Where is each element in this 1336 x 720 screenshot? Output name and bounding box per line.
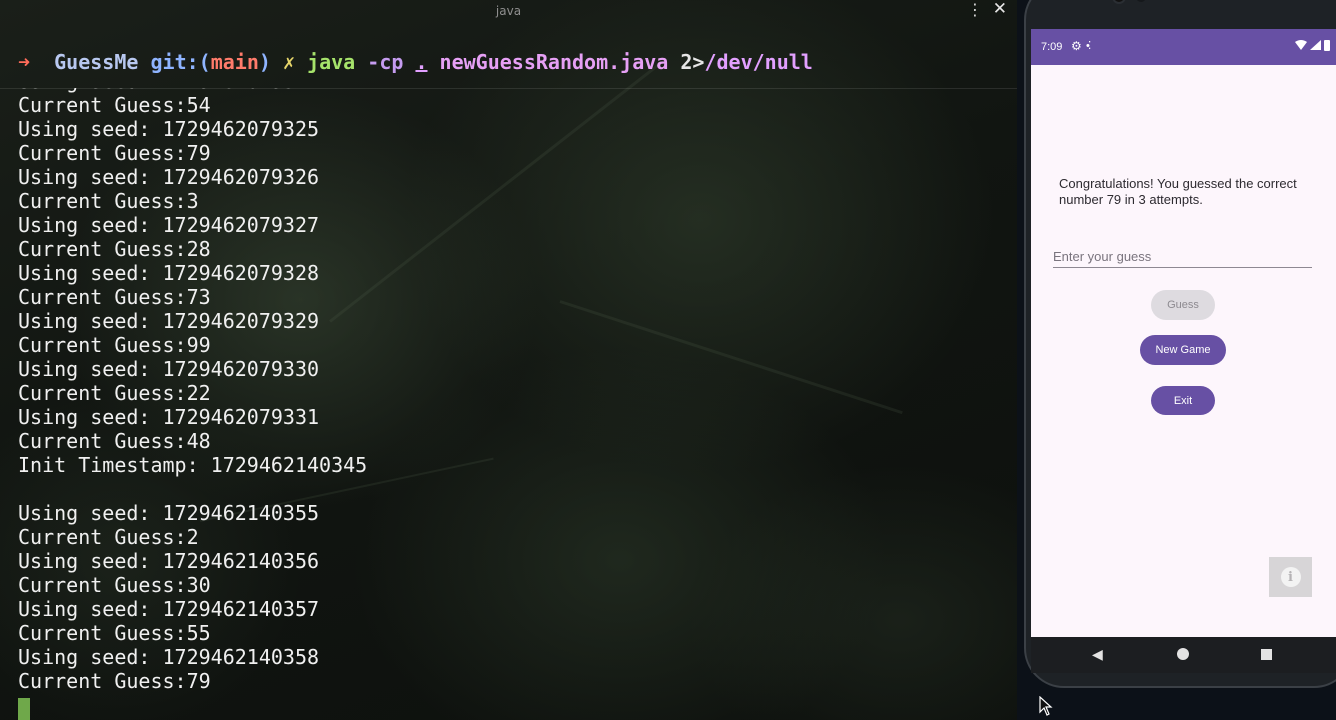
wifi-icon — [1295, 40, 1307, 50]
shell-prompt: ➜ GuessMe git:(main) ✗ java -cp . newGue… — [18, 50, 813, 78]
terminal-output[interactable]: Using seed: 1729462079324Current Guess:5… — [18, 88, 1008, 698]
terminal-output-line: Using seed: 1729462079328 — [18, 261, 320, 285]
prompt-branch: main — [210, 50, 259, 74]
terminal-output-line: Current Guess:30 — [18, 573, 211, 597]
status-bar: 7:09 ⚙ •⁚ — [1031, 29, 1336, 65]
android-nav-bar: ◀ — [1031, 637, 1336, 673]
exit-button[interactable]: Exit — [1151, 386, 1215, 415]
dots-icon: •⁚ — [1086, 40, 1092, 52]
sensor-icon — [1136, 0, 1146, 2]
home-icon[interactable] — [1177, 648, 1189, 660]
info-button[interactable]: i — [1269, 557, 1312, 597]
terminal-output-line: Current Guess:48 — [18, 429, 211, 453]
signal-icon — [1310, 40, 1321, 50]
terminal-output-line: Using seed: 1729462140356 — [18, 549, 320, 573]
terminal-output-line: Current Guess:3 — [18, 189, 199, 213]
guess-input[interactable] — [1053, 246, 1312, 268]
prompt-git-label: git: — [150, 50, 199, 74]
prompt-command: java — [307, 50, 356, 74]
battery-icon — [1324, 40, 1330, 51]
prompt-arrow: ➜ — [18, 50, 31, 74]
back-icon[interactable]: ◀ — [1092, 647, 1103, 663]
terminal-output-line: Current Guess:54 — [18, 93, 211, 117]
prompt-flag: -cp — [367, 50, 404, 74]
gear-icon: ⚙ — [1071, 39, 1082, 53]
terminal-output-line: Current Guess:28 — [18, 237, 211, 261]
prompt-redirect: 2> — [680, 50, 705, 74]
prompt-redirect-target: /dev/null — [704, 50, 813, 74]
guess-button[interactable]: Guess — [1151, 290, 1215, 320]
prompt-classpath: . — [415, 50, 428, 74]
terminal-output-line: Current Guess:79 — [18, 669, 211, 693]
prompt-paren-open: ( — [198, 50, 211, 74]
terminal-output-line: Using seed: 1729462079331 — [18, 405, 320, 429]
terminal-output-line: Using seed: 1729462079329 — [18, 309, 320, 333]
terminal-output-line: Init Timestamp: 1729462140345 — [18, 453, 368, 477]
prompt-file: newGuessRandom.java — [439, 50, 669, 74]
new-game-button[interactable]: New Game — [1140, 335, 1226, 365]
prompt-directory: GuessMe — [54, 50, 139, 74]
terminal-output-line: Current Guess:99 — [18, 333, 211, 357]
phone-screen[interactable]: 7:09 ⚙ •⁚ Congratulations! You guessed t… — [1031, 29, 1336, 637]
terminal-cursor — [18, 698, 30, 720]
mouse-pointer-icon — [1039, 696, 1053, 716]
terminal-output-line: Using seed: 1729462079326 — [18, 165, 320, 189]
terminal-output-line: Using seed: 1729462140355 — [18, 501, 320, 525]
close-icon[interactable]: ✕ — [993, 0, 1007, 18]
window-title: java — [495, 4, 522, 18]
terminal-output-line: Current Guess:79 — [18, 141, 211, 165]
camera-icon — [1112, 0, 1126, 4]
terminal-output-line: Current Guess:73 — [18, 285, 211, 309]
terminal-titlebar[interactable]: java ⋮ ✕ — [0, 0, 1017, 22]
terminal-output-line: Using seed: 1729462140357 — [18, 597, 320, 621]
terminal-output-line: Current Guess:22 — [18, 381, 211, 405]
terminal-window[interactable]: java ⋮ ✕ ➜ GuessMe git:(main) ✗ java -cp… — [0, 0, 1017, 720]
terminal-output-line: Current Guess:55 — [18, 621, 211, 645]
recents-icon[interactable] — [1261, 649, 1272, 660]
kebab-menu-icon[interactable]: ⋮ — [967, 2, 983, 18]
prompt-dirty-marker: ✗ — [282, 50, 296, 74]
prompt-paren-close: ) — [258, 50, 271, 74]
terminal-output-line: Using seed: 1729462079327 — [18, 213, 320, 237]
terminal-output-line: Current Guess:2 — [18, 525, 199, 549]
terminal-output-line: Using seed: 1729462079330 — [18, 357, 320, 381]
status-time: 7:09 — [1041, 41, 1063, 53]
info-icon: i — [1280, 567, 1301, 587]
result-message: Congratulations! You guessed the correct… — [1059, 176, 1297, 207]
terminal-output-line: Using seed: 1729462140358 — [18, 645, 320, 669]
terminal-output-lines: Using seed: 1729462079324Current Guess:5… — [18, 88, 1008, 693]
terminal-output-line: Using seed: 1729462079325 — [18, 117, 320, 141]
